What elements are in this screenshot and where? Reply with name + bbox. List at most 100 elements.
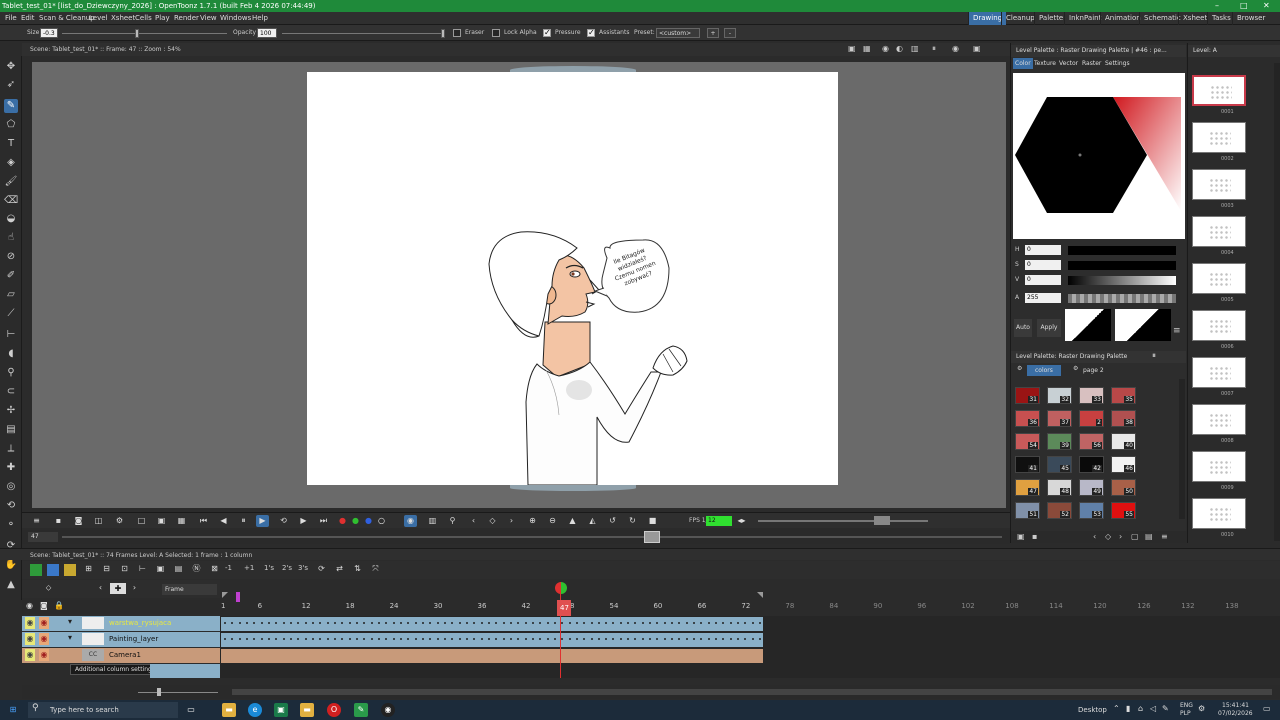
camstand-all-icon[interactable]: ◙ <box>40 601 48 610</box>
opacity-field[interactable]: 100 <box>257 28 277 38</box>
preset-dropdown[interactable]: <custom> <box>656 28 700 38</box>
style-chip[interactable]: 50 <box>1111 479 1136 496</box>
style-chip[interactable]: 47 <box>1015 479 1040 496</box>
green-channel-icon[interactable]: ● <box>349 515 362 527</box>
level-frame-thumbnail[interactable] <box>1192 357 1246 388</box>
fps-field[interactable]: 12 <box>706 516 732 526</box>
style-chip[interactable]: 51 <box>1015 502 1040 519</box>
drawing-canvas[interactable]: Ile Bitagów widziałeś? Czemu nomen zobyw… <box>307 72 838 486</box>
level-frame-thumbnail[interactable] <box>1192 216 1246 247</box>
camera-stand-icon[interactable]: ◉ <box>882 44 889 53</box>
step-1s[interactable]: 1's <box>264 564 274 572</box>
color-wheel-area[interactable] <box>1013 73 1185 239</box>
step-2s[interactable]: 2's <box>282 564 292 572</box>
menu-windows[interactable]: Windows <box>220 12 251 25</box>
animate-tool-icon[interactable]: ✥ <box>4 60 18 74</box>
level-strip-scrollbar[interactable] <box>1274 63 1280 541</box>
onion-skin-marker[interactable] <box>236 592 240 602</box>
menu-file[interactable]: File <box>5 12 17 25</box>
fps-slider-handle[interactable] <box>874 516 890 525</box>
level-frame-thumbnail[interactable] <box>1192 75 1246 106</box>
style-chip[interactable]: 2 <box>1079 410 1104 427</box>
palette-prev-icon[interactable]: ‹ <box>1093 532 1096 541</box>
menu-level[interactable]: Level <box>89 12 107 25</box>
frame-slider[interactable] <box>62 536 1002 538</box>
menu-view[interactable]: View <box>200 12 217 25</box>
style-chip[interactable]: 31 <box>1015 387 1040 404</box>
white-bg-icon[interactable]: □ <box>135 515 148 527</box>
menu-cells[interactable]: Cells <box>135 12 152 25</box>
style-picker-icon[interactable]: ⊘ <box>4 250 18 264</box>
expand-toolbar-icon[interactable]: ▲ <box>4 578 18 592</box>
timeline-zoom-slider[interactable] <box>138 692 218 693</box>
tray-volume-icon[interactable]: ◁ <box>1150 704 1156 713</box>
layer-track[interactable] <box>221 617 764 631</box>
red-channel-icon[interactable]: ● <box>336 515 349 527</box>
level-frame-thumbnail[interactable] <box>1192 169 1246 200</box>
add-layer-icon[interactable]: ✚ <box>110 583 126 594</box>
key-icon[interactable]: ◇ <box>486 515 499 527</box>
layer-name[interactable]: Painting_layer <box>109 635 158 643</box>
pump-tool-icon[interactable]: ◖ <box>4 347 18 361</box>
pinch-tool-icon[interactable]: ⊢ <box>4 328 18 342</box>
locator-icon[interactable]: ⚲ <box>446 515 459 527</box>
tray-network-icon[interactable]: ⌂ <box>1138 704 1143 713</box>
value-field[interactable]: 0 <box>1025 275 1061 285</box>
menu-play[interactable]: Play <box>155 12 170 25</box>
layer-header[interactable]: ◉ ◉ ▾ Painting_layer <box>22 632 220 647</box>
palette-menu-icon[interactable]: ≡ <box>1161 532 1168 541</box>
tray-expand-icon[interactable]: ⌃ <box>1113 704 1120 713</box>
zoom-in-icon[interactable]: ⊕ <box>526 515 539 527</box>
new-level-icon[interactable] <box>30 564 42 576</box>
frame-zoom-dropdown[interactable]: Frame <box>162 584 217 595</box>
zoom-tool-icon[interactable]: ⚬ <box>4 518 18 532</box>
room-tab-animation[interactable]: Animation <box>1100 12 1145 25</box>
layer-expand-icon[interactable]: ▾ <box>68 633 72 642</box>
menu-xsheet[interactable]: Xsheet <box>111 12 135 25</box>
geometric-tool-icon[interactable]: ⬠ <box>4 118 18 132</box>
apply-button[interactable]: Apply <box>1037 319 1061 337</box>
frame-number-field[interactable]: 47 <box>28 532 58 542</box>
remove-icon[interactable]: ▣ <box>154 563 167 575</box>
next-key-icon[interactable]: › <box>505 515 518 527</box>
lock-alpha-checkbox[interactable] <box>492 29 500 37</box>
reset-view-icon[interactable]: ■ <box>646 515 659 527</box>
timeline-zoom-handle[interactable] <box>157 688 161 696</box>
flip-horizontal-icon[interactable]: ◭ <box>586 515 599 527</box>
freeze-icon[interactable]: ⏸ <box>932 44 936 54</box>
step-decrease[interactable]: -1 <box>225 564 232 572</box>
layer-preview-toggle-icon[interactable]: ◉ <box>25 633 35 645</box>
page-tab-colors[interactable]: colors <box>1027 365 1061 376</box>
rotate-left-icon[interactable]: ↺ <box>606 515 619 527</box>
prev-frame-icon[interactable]: ◀ <box>217 515 230 527</box>
brush-tool-icon[interactable]: ✎ <box>4 99 18 113</box>
tab-raster[interactable]: Raster <box>1080 58 1103 69</box>
flip-icon[interactable]: ▲ <box>566 515 579 527</box>
transparency-check-icon[interactable]: ◐ <box>896 44 903 53</box>
blue-channel-icon[interactable]: ● <box>362 515 375 527</box>
style-chip[interactable]: 45 <box>1047 456 1072 473</box>
region-indicator[interactable]: PLP <box>1180 710 1191 717</box>
style-chip[interactable]: 48 <box>1047 479 1072 496</box>
saturation-slider[interactable] <box>1068 261 1176 270</box>
desktop-toolbar[interactable]: Desktop <box>1078 706 1107 714</box>
style-chip[interactable]: 54 <box>1015 433 1040 450</box>
paint-brush-tool-icon[interactable]: 🖌 <box>4 175 18 189</box>
tab-color[interactable]: Color <box>1013 58 1033 69</box>
folder-icon[interactable]: ▬ <box>300 703 314 717</box>
pressure-checkbox[interactable] <box>543 28 551 37</box>
style-chip[interactable]: 52 <box>1047 502 1072 519</box>
hand-tool-icon[interactable]: ✋ <box>4 558 18 572</box>
style-chip[interactable]: 49 <box>1079 479 1104 496</box>
camera-view-icon[interactable]: ▣ <box>973 44 981 53</box>
settings-icon[interactable]: ⚙ <box>113 515 126 527</box>
fps-arrows-icon[interactable]: ◂▸ <box>735 515 748 527</box>
alpha-slider[interactable] <box>1068 294 1176 303</box>
style-chip[interactable]: 42 <box>1079 456 1104 473</box>
file-explorer-icon[interactable]: ▬ <box>222 703 236 717</box>
task-view-icon[interactable]: ▭ <box>184 703 198 717</box>
black-bg-icon[interactable]: ▣ <box>155 515 168 527</box>
level-frame-thumbnail[interactable] <box>1192 451 1246 482</box>
opentoonz-icon[interactable]: ✎ <box>354 703 368 717</box>
clock-date[interactable]: 07/02/2026 <box>1218 710 1253 717</box>
